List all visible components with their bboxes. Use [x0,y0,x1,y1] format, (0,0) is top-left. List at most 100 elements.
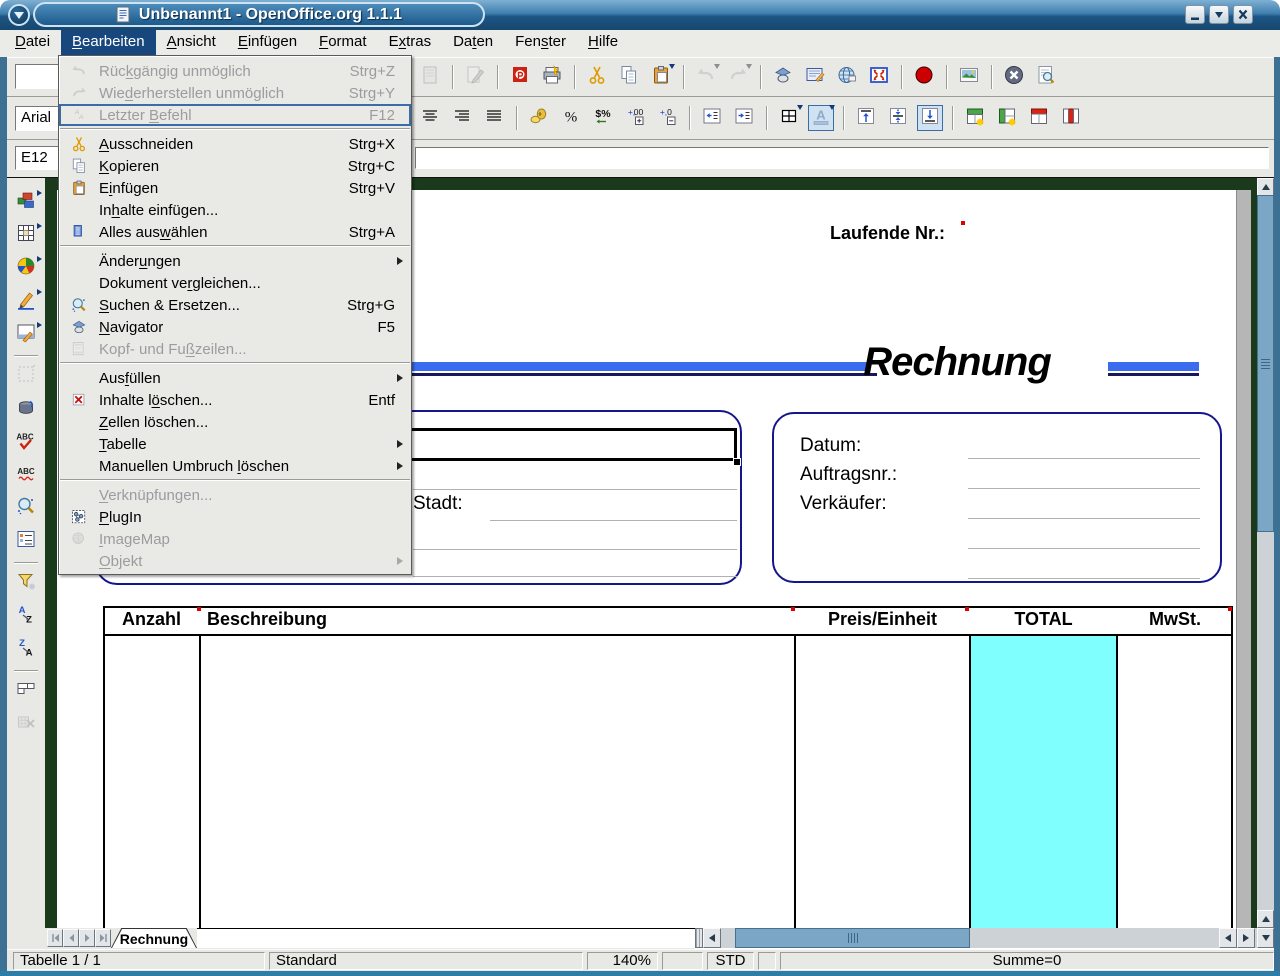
menu-item-inhalte-einf-gen[interactable]: Inhalte einfügen... [59,199,411,221]
previous-sheet-button[interactable] [63,929,79,947]
menubar-item-hilfe[interactable]: Hilfe [577,30,629,57]
menubar-item-format[interactable]: Format [308,30,378,57]
split-handle[interactable] [695,928,703,948]
align-top-button[interactable] [853,105,879,131]
cut-button[interactable] [584,64,610,90]
first-sheet-button[interactable] [47,929,63,947]
formula-input[interactable] [415,147,1269,169]
menu-item-inhalte-l-schen[interactable]: Inhalte löschen...Entf [59,389,411,411]
align-center-button[interactable] [417,105,443,131]
autofilter-button[interactable] [12,570,40,598]
fill-handle[interactable] [733,458,741,466]
menu-item-ausf-llen[interactable]: Ausfüllen [59,367,411,389]
print-button[interactable] [539,64,565,90]
dropdown-arrow-icon[interactable] [669,64,675,69]
horizontal-scrollbar[interactable] [695,928,1257,948]
menu-item-tabelle[interactable]: Tabelle [59,433,411,455]
window-menu-button[interactable] [8,4,30,26]
percent-button[interactable]: % [558,105,584,131]
menu-item-einf-gen[interactable]: EinfügenStrg+V [59,177,411,199]
new-doc-button[interactable] [417,64,443,90]
dropdown-arrow-icon[interactable] [797,105,803,110]
fullscreen-button[interactable] [866,64,892,90]
last-sheet-button[interactable] [95,929,111,947]
menu-item-manuellen-umbruch-l-schen[interactable]: Manuellen Umbruch löschen [59,455,411,477]
menu-item-dokument-vergleichen[interactable]: Dokument vergleichen... [59,272,411,294]
record-button[interactable] [911,64,937,90]
menu-item-plugin[interactable]: PlugIn [59,506,411,528]
sheet-tab-rechnung[interactable]: Rechnung [111,928,197,948]
dropdown-arrow-icon[interactable] [37,322,42,328]
menubar-item-einf-gen[interactable]: Einfügen [227,30,308,57]
borders-button[interactable] [776,105,802,131]
close-button[interactable] [1233,5,1253,24]
menu-item-suchen-ersetzen[interactable]: Suchen & Ersetzen...Strg+G [59,294,411,316]
increase-indent-button[interactable] [731,105,757,131]
vertical-scrollbar-thumb[interactable] [1257,195,1274,532]
stop-button[interactable] [1001,64,1027,90]
dropdown-arrow-icon[interactable] [37,190,42,196]
export-pdf-button[interactable] [507,64,533,90]
redo-button[interactable] [725,64,751,90]
menubar-item-fenster[interactable]: Fenster [504,30,577,57]
autospellcheck-button[interactable]: ABC [12,462,40,490]
scroll-left-button[interactable] [703,928,721,948]
insert-chart-button[interactable] [12,255,40,283]
choose-themes-button[interactable] [12,396,40,424]
status-field-mode[interactable]: STD [707,952,754,970]
menubar-item-bearbeiten[interactable]: Bearbeiten [61,30,156,57]
menubar-item-ansicht[interactable]: Ansicht [156,30,227,57]
navigator-button[interactable] [770,64,796,90]
next-sheet-button[interactable] [79,929,95,947]
menu-item-nderungen[interactable]: Änderungen [59,250,411,272]
form-controls-button[interactable] [12,321,40,349]
scroll-up-button-bottom[interactable] [1257,910,1274,928]
currency-button[interactable] [526,105,552,131]
insert-column-button[interactable] [994,105,1020,131]
font-name-field[interactable]: Arial [15,106,64,131]
vertical-scrollbar[interactable] [1257,178,1274,948]
align-justify-button[interactable] [481,105,507,131]
status-field-zoom[interactable]: 140% [587,952,658,970]
gallery-button[interactable] [802,64,828,90]
dropdown-arrow-icon[interactable] [829,105,835,110]
load-url-field[interactable] [15,64,64,89]
dropdown-arrow-icon[interactable] [714,64,720,69]
web-button[interactable] [834,64,860,90]
delete-column-button[interactable] [1058,105,1084,131]
currency-format-button[interactable]: $% [590,105,616,131]
remove-decimal-button[interactable]: +,0 [654,105,680,131]
group-button[interactable] [12,678,40,706]
menubar-item-extras[interactable]: Extras [378,30,443,57]
menu-item-kopieren[interactable]: KopierenStrg+C [59,155,411,177]
menubar-item-datei[interactable]: Datei [4,30,61,57]
menu-item-navigator[interactable]: NavigatorF5 [59,316,411,338]
draw-functions-button[interactable] [12,288,40,316]
menu-item-ausschneiden[interactable]: AusschneidenStrg+X [59,133,411,155]
edit-file-button[interactable] [462,64,488,90]
horizontal-scrollbar-thumb[interactable] [735,928,970,948]
align-middle-button[interactable] [885,105,911,131]
sort-ascending-button[interactable]: AZ [12,603,40,631]
undo-button[interactable] [693,64,719,90]
align-right-button[interactable] [449,105,475,131]
insert-frame-button[interactable] [12,363,40,391]
shade-button[interactable] [1209,5,1229,24]
sort-descending-button[interactable]: ZA [12,636,40,664]
ungroup-button[interactable] [12,711,40,739]
dropdown-arrow-icon[interactable] [37,223,42,229]
insert-row-button[interactable] [962,105,988,131]
scroll-left-button-end[interactable] [1219,928,1237,948]
copy-button[interactable] [616,64,642,90]
align-bottom-button[interactable] [917,105,943,131]
data-sources-button[interactable] [12,528,40,556]
menu-item-zellen-l-schen[interactable]: Zellen löschen... [59,411,411,433]
dropdown-arrow-icon[interactable] [37,289,42,295]
insert-cells-button[interactable] [12,222,40,250]
scroll-down-button[interactable] [1257,928,1274,948]
spellcheck-button[interactable]: ABC [12,429,40,457]
dropdown-arrow-icon[interactable] [37,256,42,262]
find-replace-button[interactable] [12,495,40,523]
menu-item-alles-ausw-hlen[interactable]: Alles auswählenStrg+A [59,221,411,243]
delete-row-button[interactable] [1026,105,1052,131]
